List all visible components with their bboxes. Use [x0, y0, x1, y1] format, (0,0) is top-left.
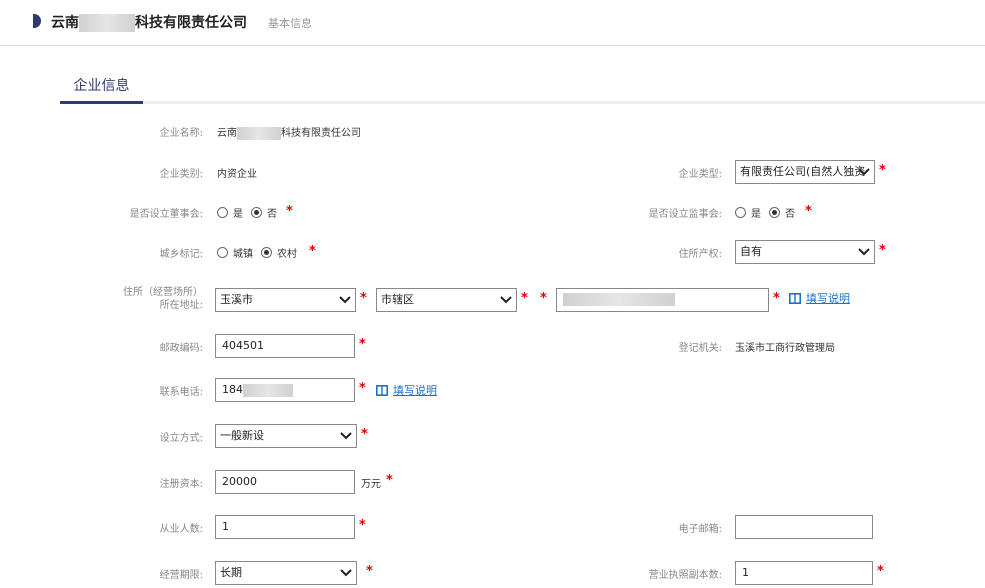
rural-radio[interactable]	[261, 246, 272, 258]
book-icon	[789, 292, 801, 304]
select-arrow-icon	[858, 168, 870, 176]
required-mark: *	[879, 163, 886, 178]
registered-capital-input[interactable]: 20000	[215, 470, 355, 494]
license-copies-label: 营业执照副本数:	[648, 570, 722, 581]
required-mark: *	[359, 337, 366, 352]
redacted-block	[243, 383, 293, 397]
select-arrow-icon	[858, 248, 870, 256]
address-label: 住所（经营场所） 所在地址:	[123, 287, 203, 311]
required-mark: *	[359, 518, 366, 533]
required-mark: *	[879, 243, 886, 258]
property-right-label: 住所产权:	[678, 249, 722, 260]
required-mark: *	[361, 427, 368, 442]
tab-enterprise-info[interactable]: 企业信息	[60, 75, 143, 104]
board-directors-no-radio[interactable]	[251, 206, 262, 218]
postal-code-input[interactable]: 404501	[215, 334, 355, 358]
enterprise-category-value: 内资企业	[217, 169, 257, 180]
redacted-block	[237, 126, 281, 140]
phone-help-link[interactable]: 填写说明	[376, 382, 437, 398]
board-directors-radio-group: 是 否	[217, 204, 285, 220]
license-copies-input[interactable]: 1	[735, 561, 873, 585]
registered-capital-label: 注册资本:	[159, 479, 203, 490]
company-title: 云南 科技有限责任公司	[51, 14, 247, 32]
phone-label: 联系电话:	[159, 387, 203, 398]
operating-period-select[interactable]: 长期	[215, 561, 357, 585]
redacted-block	[563, 293, 675, 306]
board-directors-label: 是否设立董事会:	[129, 209, 203, 220]
board-supervisors-label: 是否设立监事会:	[648, 209, 722, 220]
board-supervisors-yes-radio[interactable]	[735, 206, 746, 218]
capital-unit: 万元	[361, 479, 381, 490]
required-mark: *	[359, 381, 366, 396]
required-mark: *	[360, 291, 367, 306]
header-marker-icon	[33, 14, 41, 28]
required-mark: *	[773, 291, 780, 306]
address-help-link[interactable]: 填写说明	[789, 290, 850, 306]
page-header: 云南 科技有限责任公司 基本信息	[0, 0, 985, 46]
required-mark: *	[366, 564, 373, 579]
book-icon	[376, 384, 388, 396]
section-divider	[60, 101, 985, 104]
address-city-value: 玉溪市	[220, 293, 253, 306]
enterprise-type-label: 企业类型:	[678, 169, 722, 180]
urban-rural-radio-group: 城镇 农村	[217, 244, 305, 260]
redacted-block	[79, 14, 135, 32]
enterprise-name-label: 企业名称:	[159, 128, 203, 139]
required-mark: *	[286, 204, 293, 219]
email-input[interactable]	[735, 515, 873, 539]
establish-method-value: 一般新设	[220, 429, 264, 442]
property-right-value: 自有	[740, 245, 762, 258]
establish-method-label: 设立方式:	[159, 433, 203, 444]
phone-input[interactable]: 184	[215, 378, 355, 402]
urban-rural-label: 城乡标记:	[159, 249, 203, 260]
required-mark: *	[521, 291, 528, 306]
select-arrow-icon	[500, 296, 512, 304]
board-supervisors-no-radio[interactable]	[769, 206, 780, 218]
postal-code-label: 邮政编码:	[159, 343, 203, 354]
enterprise-type-value: 有限责任公司(自然人独资	[740, 165, 866, 178]
board-supervisors-radio-group: 是 否	[735, 204, 803, 220]
operating-period-label: 经营期限:	[159, 570, 203, 581]
address-district-select[interactable]: 市辖区	[376, 288, 517, 312]
required-mark: *	[877, 564, 884, 579]
enterprise-type-select[interactable]: 有限责任公司(自然人独资	[735, 160, 875, 184]
page-subtitle: 基本信息	[268, 17, 312, 30]
required-mark: *	[805, 204, 812, 219]
required-mark: *	[386, 473, 393, 488]
urban-radio[interactable]	[217, 246, 228, 258]
registration-authority-label: 登记机关:	[678, 343, 722, 354]
required-mark: *	[540, 291, 547, 306]
required-mark: *	[309, 244, 316, 259]
registration-authority-value: 玉溪市工商行政管理局	[735, 343, 835, 354]
enterprise-category-label: 企业类别:	[159, 169, 203, 180]
board-directors-yes-radio[interactable]	[217, 206, 228, 218]
select-arrow-icon	[340, 432, 352, 440]
address-city-select[interactable]: 玉溪市	[215, 288, 356, 312]
establish-method-select[interactable]: 一般新设	[215, 424, 357, 448]
email-label: 电子邮箱:	[678, 524, 722, 535]
address-detail-input[interactable]	[556, 288, 769, 312]
select-arrow-icon	[339, 296, 351, 304]
operating-period-value: 长期	[220, 566, 242, 579]
employees-input[interactable]: 1	[215, 515, 355, 539]
employees-label: 从业人数:	[159, 524, 203, 535]
select-arrow-icon	[340, 569, 352, 577]
address-district-value: 市辖区	[381, 293, 414, 306]
property-right-select[interactable]: 自有	[735, 240, 875, 264]
enterprise-name-value: 云南 科技有限责任公司	[217, 126, 361, 140]
